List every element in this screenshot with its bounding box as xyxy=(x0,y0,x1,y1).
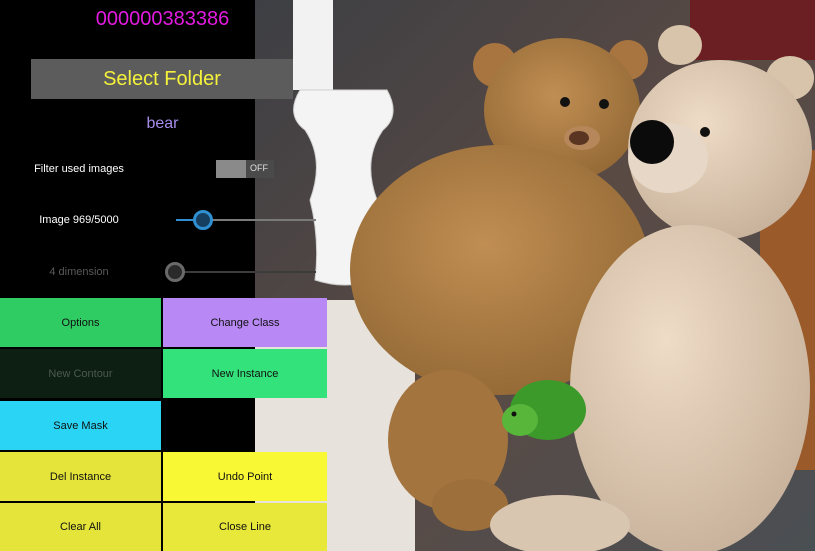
select-folder-button[interactable]: Select Folder xyxy=(31,59,293,99)
empty-slot xyxy=(163,401,255,450)
dimension-slider-track[interactable] xyxy=(176,271,316,273)
undo-point-button[interactable]: Undo Point xyxy=(163,452,327,501)
dimension-slider-label: 4 dimension xyxy=(49,266,109,278)
current-class-label: bear xyxy=(146,115,179,132)
change-class-button[interactable]: Change Class xyxy=(163,298,327,347)
options-button[interactable]: Options xyxy=(0,298,161,347)
image-slider-thumb[interactable] xyxy=(192,210,213,230)
del-instance-button[interactable]: Del Instance xyxy=(0,452,161,501)
toggle-state-text: OFF xyxy=(250,163,268,173)
image-slider-label: Image 969/5000 xyxy=(39,214,119,226)
clear-all-button[interactable]: Clear All xyxy=(0,503,161,551)
toggle-knob xyxy=(216,160,246,178)
control-panel xyxy=(0,0,255,298)
close-line-button[interactable]: Close Line xyxy=(163,503,327,551)
dimension-slider-thumb[interactable] xyxy=(165,262,185,282)
image-id: 000000383386 xyxy=(95,8,230,30)
filter-used-images-toggle[interactable]: OFF xyxy=(216,160,274,178)
new-instance-button[interactable]: New Instance xyxy=(163,349,327,398)
new-contour-button[interactable]: New Contour xyxy=(0,349,161,398)
filter-used-images-label: Filter used images xyxy=(34,163,124,175)
save-mask-button[interactable]: Save Mask xyxy=(0,401,161,450)
